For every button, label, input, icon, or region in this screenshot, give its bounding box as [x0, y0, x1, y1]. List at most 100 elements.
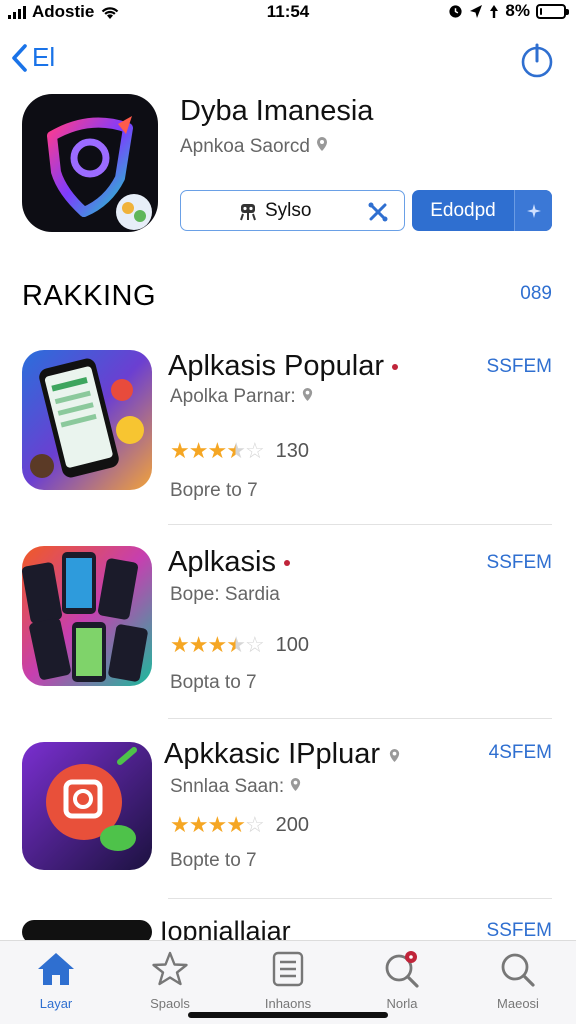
star-half-icon: ★: [226, 438, 246, 463]
pin-icon: [317, 137, 328, 151]
star-full-icon: ★: [207, 812, 227, 837]
status-right: 8%: [448, 1, 569, 21]
app-name: Aplkasis: [168, 546, 290, 579]
app-subtitle-text: Apnkoa Saorcd: [180, 136, 310, 157]
search-badge-icon: [385, 951, 419, 988]
search-icon: [501, 953, 535, 987]
rating: ★★★★☆ 100: [170, 632, 309, 658]
rating: ★★★★☆ 200: [170, 812, 309, 838]
app-name: Apkkasic IPpluar: [164, 738, 401, 771]
list-item[interactable]: Iopniallaiar SSFEM: [0, 916, 576, 946]
pin-icon: [389, 749, 400, 762]
get-button[interactable]: SSFEM: [487, 356, 552, 378]
star-full-icon: ★: [188, 632, 209, 657]
app-title: Dyba Imanesia: [180, 95, 374, 127]
rating: ★★★★☆ 130: [170, 438, 309, 464]
back-label: El: [32, 42, 56, 72]
list-item[interactable]: Apkkasic IPpluar 4SFEM Snnlaa Saan: ★★★★…: [0, 738, 576, 898]
tab-home[interactable]: Layar: [6, 949, 106, 1011]
status-bar: Adostie 11:54 8%: [0, 0, 576, 26]
tab-label: Inhaons: [264, 996, 312, 1011]
app-size: Bopre to 7: [170, 480, 258, 501]
app-subtitle: Apnkoa Saorcd: [180, 136, 329, 158]
primary-action-label: Edodpd: [430, 199, 496, 221]
divider: [168, 524, 552, 525]
app-size: Bopte to 7: [170, 850, 257, 871]
battery-fill: [540, 7, 542, 15]
star-full-icon: ★: [188, 812, 209, 837]
app-name-text: Aplkasis: [168, 546, 276, 578]
tab-lists[interactable]: Inhaons: [238, 949, 338, 1011]
primary-action-button[interactable]: Edodpd: [412, 190, 552, 231]
star-rating: ★★★★☆: [170, 812, 265, 838]
get-button[interactable]: 4SFEM: [489, 742, 552, 764]
share-icon: [521, 43, 553, 78]
app-subtitle-text: Apolka Parnar:: [170, 386, 296, 407]
app-thumbnail: [22, 546, 152, 686]
home-icon: [38, 953, 74, 985]
sparkle-icon: [526, 203, 541, 218]
section-see-all-link[interactable]: 089: [520, 283, 552, 305]
app-name: Aplkasis Popular: [168, 350, 398, 383]
star-full-icon: ★: [226, 812, 246, 837]
battery-icon: [536, 3, 569, 19]
battery-percent: 8%: [505, 1, 530, 20]
secondary-action-button[interactable]: Sylso: [180, 190, 405, 231]
app-thumbnail: [22, 742, 152, 870]
arrow-up-icon: [490, 4, 499, 18]
star-empty-icon: ☆: [244, 438, 265, 463]
section-title: RAKKING: [22, 280, 157, 312]
star-rating: ★★★★☆: [170, 438, 265, 464]
app-subtitle-text: Snnlaa Saan:: [170, 776, 285, 797]
star-empty-icon: ☆: [244, 632, 265, 657]
rating-count: 200: [275, 813, 310, 836]
alarm-icon: [449, 4, 463, 18]
star-icon: [152, 951, 188, 986]
list-item[interactable]: Aplkasis Popular SSFEM Apolka Parnar: ★★…: [0, 350, 576, 520]
star-full-icon: ★: [170, 438, 190, 463]
app-subtitle: Bope: Sardia: [170, 584, 280, 605]
rating-count: 100: [275, 633, 310, 656]
location-icon: [470, 4, 483, 18]
pin-icon: [302, 388, 313, 401]
app-subtitle: Snnlaa Saan:: [170, 776, 302, 798]
tools-icon: [368, 202, 388, 222]
robot-icon: [240, 204, 256, 221]
get-button[interactable]: SSFEM: [487, 552, 552, 574]
divider: [168, 898, 552, 899]
app-thumbnail: [22, 350, 152, 490]
app-name-text: Apkkasic IPpluar: [164, 738, 380, 770]
list-item[interactable]: Aplkasis SSFEM Bope: Sardia ★★★★☆ 100 Bo…: [0, 546, 576, 716]
list-icon: [272, 951, 304, 987]
star-rating: ★★★★☆: [170, 632, 265, 658]
dot-indicator: [284, 560, 290, 567]
app-subtitle: Apolka Parnar:: [170, 386, 314, 408]
star-empty-icon: ☆: [244, 812, 265, 837]
app-name-text: Aplkasis Popular: [168, 350, 384, 382]
secondary-action-label: Sylso: [265, 199, 312, 221]
back-button[interactable]: El: [10, 42, 55, 73]
tab-notifications[interactable]: Norla: [352, 949, 452, 1011]
share-button[interactable]: [520, 42, 554, 83]
pin-icon: [291, 778, 301, 791]
star-full-icon: ★: [188, 438, 209, 463]
star-full-icon: ★: [170, 632, 190, 657]
tab-label: Spaols: [150, 996, 190, 1011]
dropdown-split-button[interactable]: [514, 190, 552, 231]
star-full-icon: ★: [170, 812, 190, 837]
tab-search[interactable]: Maeosi: [468, 949, 568, 1011]
chevron-left-icon: [12, 43, 27, 72]
app-icon: [22, 94, 158, 232]
star-half-icon: ★: [226, 632, 246, 657]
get-button[interactable]: SSFEM: [487, 920, 552, 942]
dot-indicator: [392, 364, 398, 371]
home-indicator: [188, 1012, 388, 1018]
tab-label: Maeosi: [497, 996, 539, 1011]
star-full-icon: ★: [207, 632, 227, 657]
rating-count: 130: [275, 439, 310, 462]
star-full-icon: ★: [207, 438, 227, 463]
tab-featured[interactable]: Spaols: [120, 949, 220, 1011]
tab-label: Layar: [39, 996, 73, 1011]
divider: [168, 718, 552, 719]
app-size: Bopta to 7: [170, 672, 257, 693]
